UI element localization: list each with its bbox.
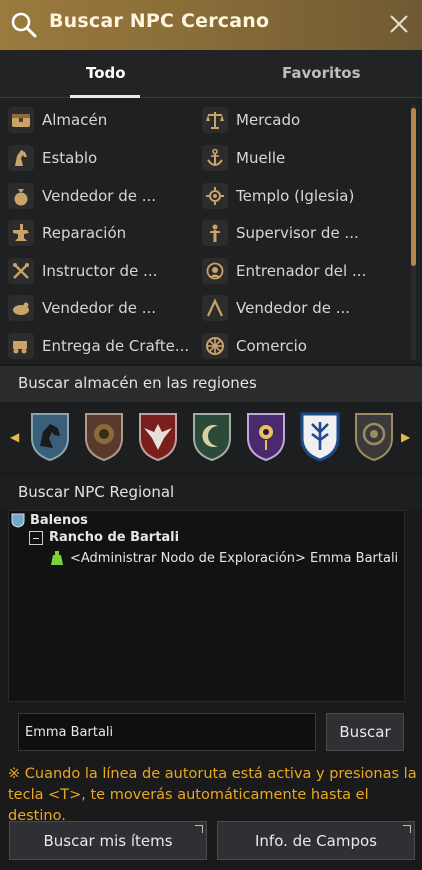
tree-npc-label: <Administrar Nodo de Exploración> Emma B… bbox=[70, 550, 399, 566]
npc-item-almacen[interactable]: Almacén bbox=[8, 105, 107, 135]
almacen-section-title: Buscar almacén en las regiones bbox=[18, 374, 257, 392]
region-shield-icon bbox=[11, 513, 25, 528]
npc-item-label: Instructor de ... bbox=[42, 262, 158, 280]
npc-item-label: Comercio bbox=[236, 337, 307, 355]
crossed-weapons-icon bbox=[8, 258, 34, 284]
npc-item-vendedor-1[interactable]: Vendedor de ... bbox=[8, 181, 156, 211]
npc-item-label: Establo bbox=[42, 149, 98, 167]
npc-search-input[interactable] bbox=[18, 713, 316, 751]
horse-shield-icon[interactable] bbox=[28, 410, 72, 462]
search-icon bbox=[11, 12, 37, 38]
buscar-mis-items-button[interactable]: Buscar mis ítems bbox=[9, 821, 207, 860]
window-header: Buscar NPC Cercano bbox=[0, 0, 422, 50]
shields-next-arrow[interactable]: ▶ bbox=[401, 430, 410, 444]
supervisor-icon bbox=[202, 220, 228, 246]
npc-item-label: Muelle bbox=[236, 149, 286, 167]
npc-item-label: Reparación bbox=[42, 224, 127, 242]
crescent-shield-icon[interactable] bbox=[190, 410, 234, 462]
npc-item-reparacion[interactable]: Reparación bbox=[8, 218, 126, 248]
npc-item-supervisor[interactable]: Supervisor de ... bbox=[202, 218, 359, 248]
tab-bar: Todo Favoritos bbox=[0, 50, 422, 98]
lion-shield-icon[interactable] bbox=[82, 410, 126, 462]
wagon-icon bbox=[8, 333, 34, 359]
dragon-shield-icon[interactable] bbox=[352, 410, 396, 462]
npc-item-label: Templo (Iglesia) bbox=[236, 187, 355, 205]
shields-prev-arrow[interactable]: ◀ bbox=[10, 430, 19, 444]
eagle-shield-icon[interactable] bbox=[136, 410, 180, 462]
npc-item-label: Supervisor de ... bbox=[236, 224, 359, 242]
npc-item-entrenador[interactable]: Entrenador del ... bbox=[202, 256, 366, 286]
anvil-icon bbox=[8, 220, 34, 246]
npc-item-label: Entrega de Crafte... bbox=[42, 337, 190, 355]
close-icon[interactable] bbox=[388, 13, 410, 35]
collapse-icon[interactable] bbox=[29, 530, 43, 545]
npc-item-label: Mercado bbox=[236, 111, 301, 129]
flask-icon bbox=[51, 551, 63, 565]
npc-item-establo[interactable]: Establo bbox=[8, 143, 97, 173]
window-title: Buscar NPC Cercano bbox=[49, 10, 270, 32]
npc-item-muelle[interactable]: Muelle bbox=[202, 143, 285, 173]
npc-list-scroll-thumb[interactable] bbox=[411, 108, 416, 266]
npc-item-vendedor-2[interactable]: Vendedor de ... bbox=[8, 293, 156, 323]
corner-expand-icon bbox=[403, 825, 411, 833]
anchor-icon bbox=[202, 145, 228, 171]
npc-item-label: Almacén bbox=[42, 111, 108, 129]
npc-item-mercado[interactable]: Mercado bbox=[202, 105, 300, 135]
tree-shield-icon[interactable] bbox=[298, 410, 342, 462]
tab-favoritos[interactable]: Favoritos bbox=[282, 64, 361, 82]
horse-icon bbox=[8, 145, 34, 171]
buscar-mis-items-label: Buscar mis ítems bbox=[43, 831, 173, 850]
tree-region-label: Balenos bbox=[30, 512, 88, 528]
npc-item-label: Vendedor de ... bbox=[42, 299, 157, 317]
autoroute-notice: ※ Cuando la línea de autoruta está activ… bbox=[8, 766, 417, 824]
npc-item-templo[interactable]: Templo (Iglesia) bbox=[202, 181, 354, 211]
money-bag-icon bbox=[8, 183, 34, 209]
trade-wheel-icon bbox=[202, 333, 228, 359]
tree-node-label: Rancho de Bartali bbox=[49, 530, 180, 545]
chicken-icon bbox=[8, 295, 34, 321]
npc-item-label: Entrenador del ... bbox=[236, 262, 367, 280]
corner-expand-icon bbox=[195, 825, 203, 833]
info-campos-label: Info. de Campos bbox=[255, 831, 377, 850]
info-campos-button[interactable]: Info. de Campos bbox=[217, 821, 415, 860]
npc-item-label: Vendedor de ... bbox=[42, 187, 157, 205]
temple-icon bbox=[202, 183, 228, 209]
npc-item-entrega[interactable]: Entrega de Crafte... bbox=[8, 331, 189, 361]
fishing-icon bbox=[202, 295, 228, 321]
tree-region-row[interactable]: Balenos bbox=[10, 512, 88, 528]
trainer-icon bbox=[202, 258, 228, 284]
regional-section-title: Buscar NPC Regional bbox=[18, 483, 175, 501]
npc-item-vendedor-3[interactable]: Vendedor de ... bbox=[202, 293, 350, 323]
npc-item-instructor[interactable]: Instructor de ... bbox=[8, 256, 157, 286]
tree-node-row[interactable]: Rancho de Bartali bbox=[29, 530, 179, 545]
npc-item-comercio[interactable]: Comercio bbox=[202, 331, 307, 361]
tree-npc-row[interactable]: <Administrar Nodo de Exploración> Emma B… bbox=[50, 550, 398, 566]
tab-todo[interactable]: Todo bbox=[86, 64, 126, 82]
search-button[interactable]: Buscar bbox=[326, 713, 404, 751]
eye-shield-icon[interactable] bbox=[244, 410, 288, 462]
npc-item-label: Vendedor de ... bbox=[236, 299, 351, 317]
storage-icon bbox=[8, 107, 34, 133]
scales-icon bbox=[202, 107, 228, 133]
